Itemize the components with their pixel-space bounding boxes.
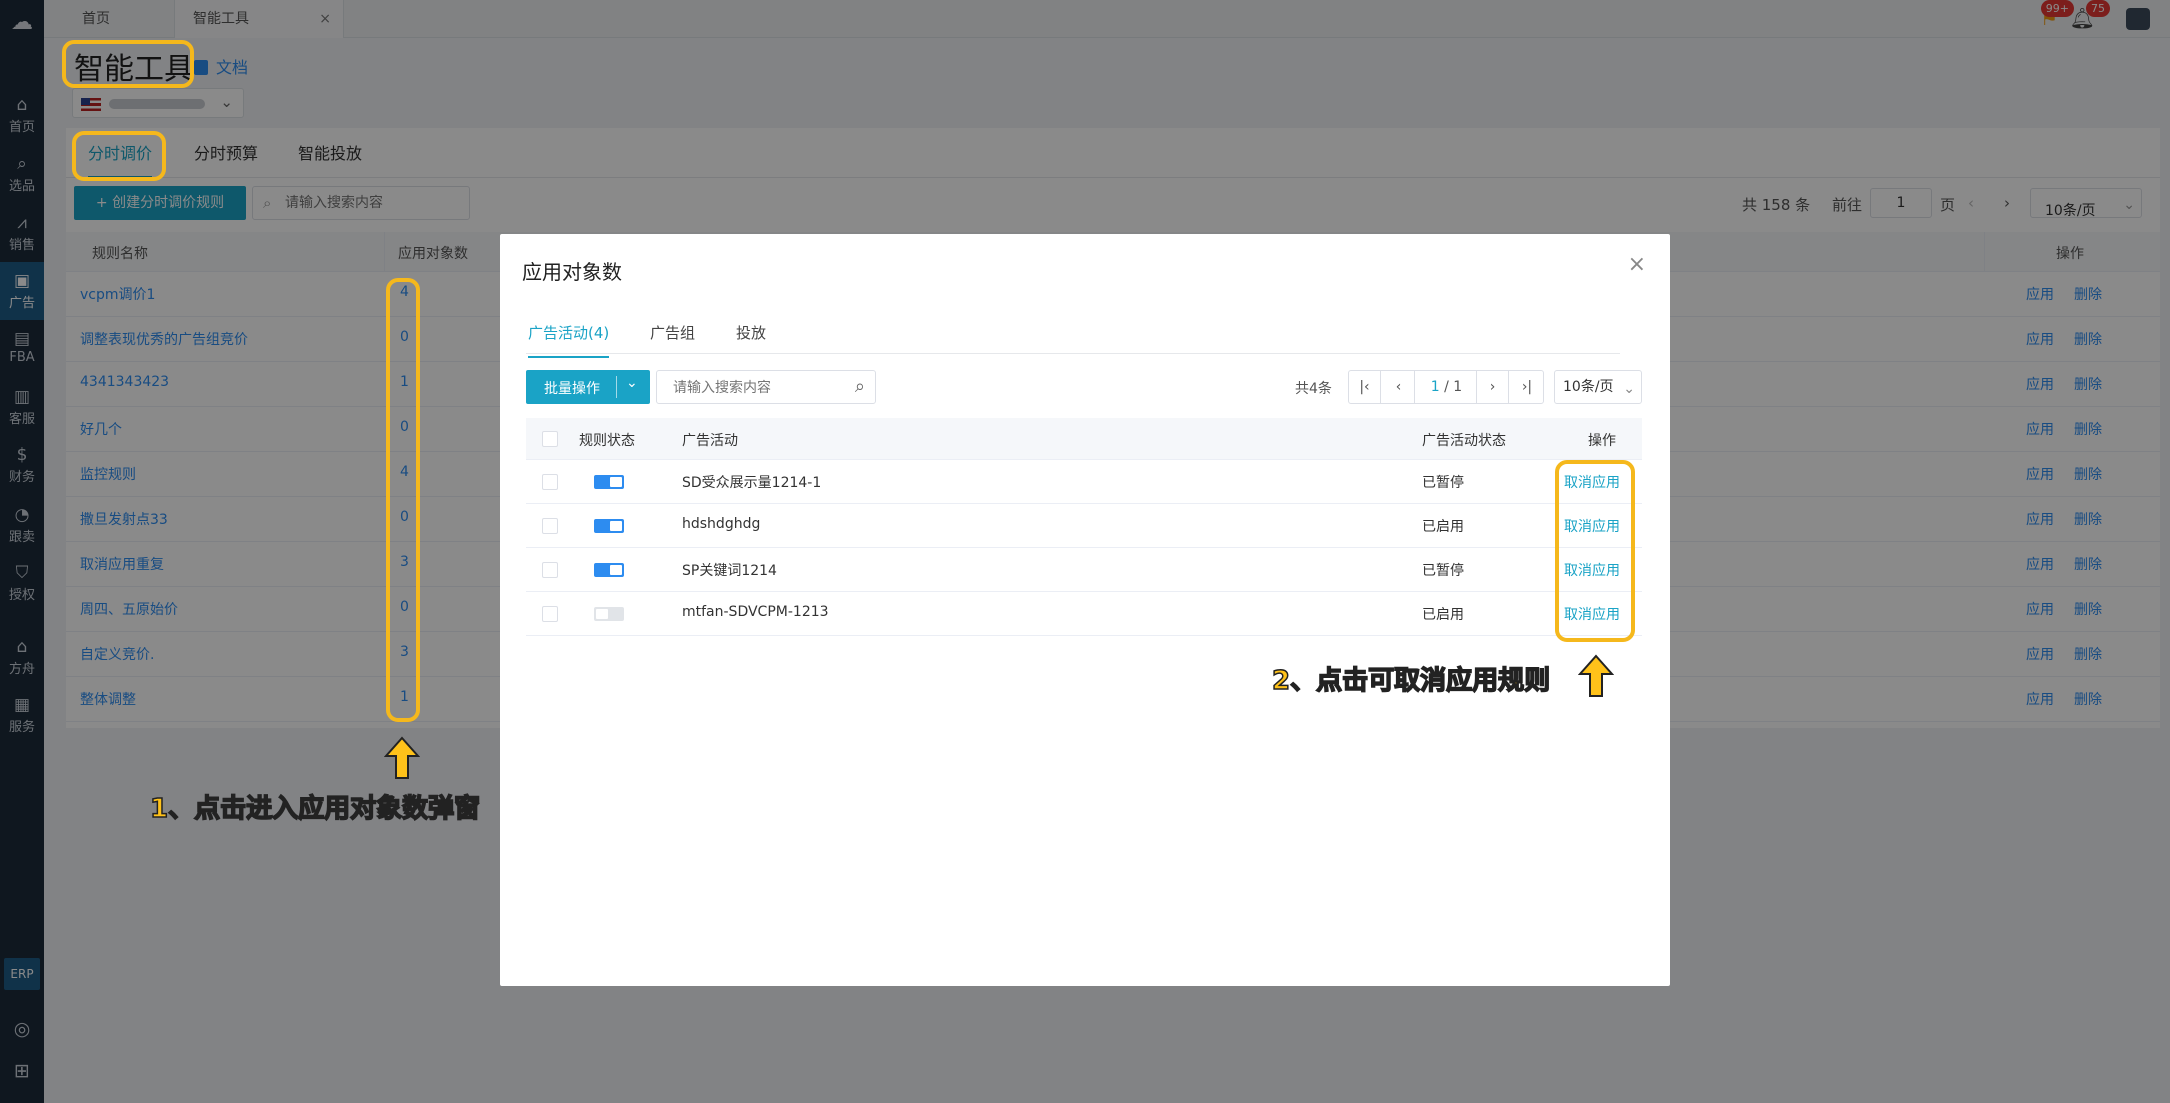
modal-search-input[interactable] xyxy=(673,378,833,398)
row-checkbox[interactable] xyxy=(542,518,558,534)
campaign-status: 已暂停 xyxy=(1422,563,1464,579)
campaign-status: 已启用 xyxy=(1422,519,1464,535)
modal-page-size-label: 10条/页 xyxy=(1563,379,1614,395)
first-page-icon[interactable]: |‹ xyxy=(1349,371,1381,403)
chevron-down-icon[interactable]: ⌄ xyxy=(626,375,638,391)
apply-count-modal: 应用对象数 × 广告活动(4) 广告组 投放 批量操作 ⌄ ⌕ 共4条 |‹ ‹… xyxy=(500,234,1670,986)
arrow-up-icon xyxy=(1578,654,1614,697)
table-row: hdshdghdg 已启用 取消应用 xyxy=(526,504,1642,548)
total-pages: / 1 xyxy=(1444,379,1463,395)
campaign-name: mtfan-SDVCPM-1213 xyxy=(682,604,829,620)
modal-page-indicator: 1 / 1 xyxy=(1417,371,1477,403)
rule-status-toggle[interactable] xyxy=(594,607,624,621)
search-icon[interactable]: ⌕ xyxy=(855,376,865,397)
last-page-icon[interactable]: ›| xyxy=(1511,371,1543,403)
col-campaign-status: 广告活动状态 xyxy=(1422,433,1506,449)
close-icon[interactable]: × xyxy=(1628,252,1646,277)
modal-page-size-select[interactable]: 10条/页 ⌄ xyxy=(1554,370,1642,404)
batch-action-button[interactable]: 批量操作 ⌄ xyxy=(526,370,650,404)
arrow-up-icon xyxy=(384,736,420,779)
tab-campaigns[interactable]: 广告活动(4) xyxy=(528,322,610,358)
batch-action-label: 批量操作 xyxy=(544,381,600,397)
modal-pager: |‹ ‹ 1 / 1 › ›| xyxy=(1348,370,1544,404)
highlight-count-column xyxy=(386,278,420,722)
modal-title: 应用对象数 xyxy=(522,260,622,284)
table-row: SP关键词1214 已暂停 取消应用 xyxy=(526,548,1642,592)
row-checkbox[interactable] xyxy=(542,474,558,490)
col-campaign: 广告活动 xyxy=(682,433,738,449)
current-page: 1 xyxy=(1430,379,1440,395)
rule-status-toggle[interactable] xyxy=(594,563,624,577)
select-all-checkbox[interactable] xyxy=(542,431,558,447)
campaign-name: SP关键词1214 xyxy=(682,563,777,579)
highlight-page-title xyxy=(62,40,194,88)
tab-ad-groups[interactable]: 广告组 xyxy=(650,322,695,343)
next-page-icon[interactable]: › xyxy=(1477,371,1509,403)
prev-page-icon[interactable]: ‹ xyxy=(1383,371,1415,403)
col-rule-status: 规则状态 xyxy=(579,433,635,449)
chevron-down-icon: ⌄ xyxy=(1623,381,1635,397)
rule-status-toggle[interactable] xyxy=(594,475,624,489)
table-row: SD受众展示量1214-1 已暂停 取消应用 xyxy=(526,460,1642,504)
campaign-name: SD受众展示量1214-1 xyxy=(682,475,822,491)
modal-search: ⌕ xyxy=(656,370,876,404)
modal-total: 共4条 xyxy=(1295,381,1332,397)
tab-targeting[interactable]: 投放 xyxy=(736,322,766,343)
table-row: mtfan-SDVCPM-1213 已启用 取消应用 xyxy=(526,592,1642,636)
campaign-status: 已暂停 xyxy=(1422,475,1464,491)
col-modal-actions: 操作 xyxy=(1588,433,1616,449)
row-checkbox[interactable] xyxy=(542,606,558,622)
rule-status-toggle[interactable] xyxy=(594,519,624,533)
modal-table-header: 规则状态 广告活动 广告活动状态 操作 xyxy=(526,418,1642,460)
highlight-cancel-column xyxy=(1555,460,1635,642)
annotation-step2: 2、点击可取消应用规则 xyxy=(1271,665,1551,697)
row-checkbox[interactable] xyxy=(542,562,558,578)
highlight-tab xyxy=(72,131,166,181)
annotation-step1: 1、点击进入应用对象数弹窗 xyxy=(149,793,481,825)
campaign-status: 已启用 xyxy=(1422,607,1464,623)
modal-tabs: 广告活动(4) 广告组 投放 xyxy=(526,314,1620,358)
campaign-name: hdshdghdg xyxy=(682,516,761,532)
